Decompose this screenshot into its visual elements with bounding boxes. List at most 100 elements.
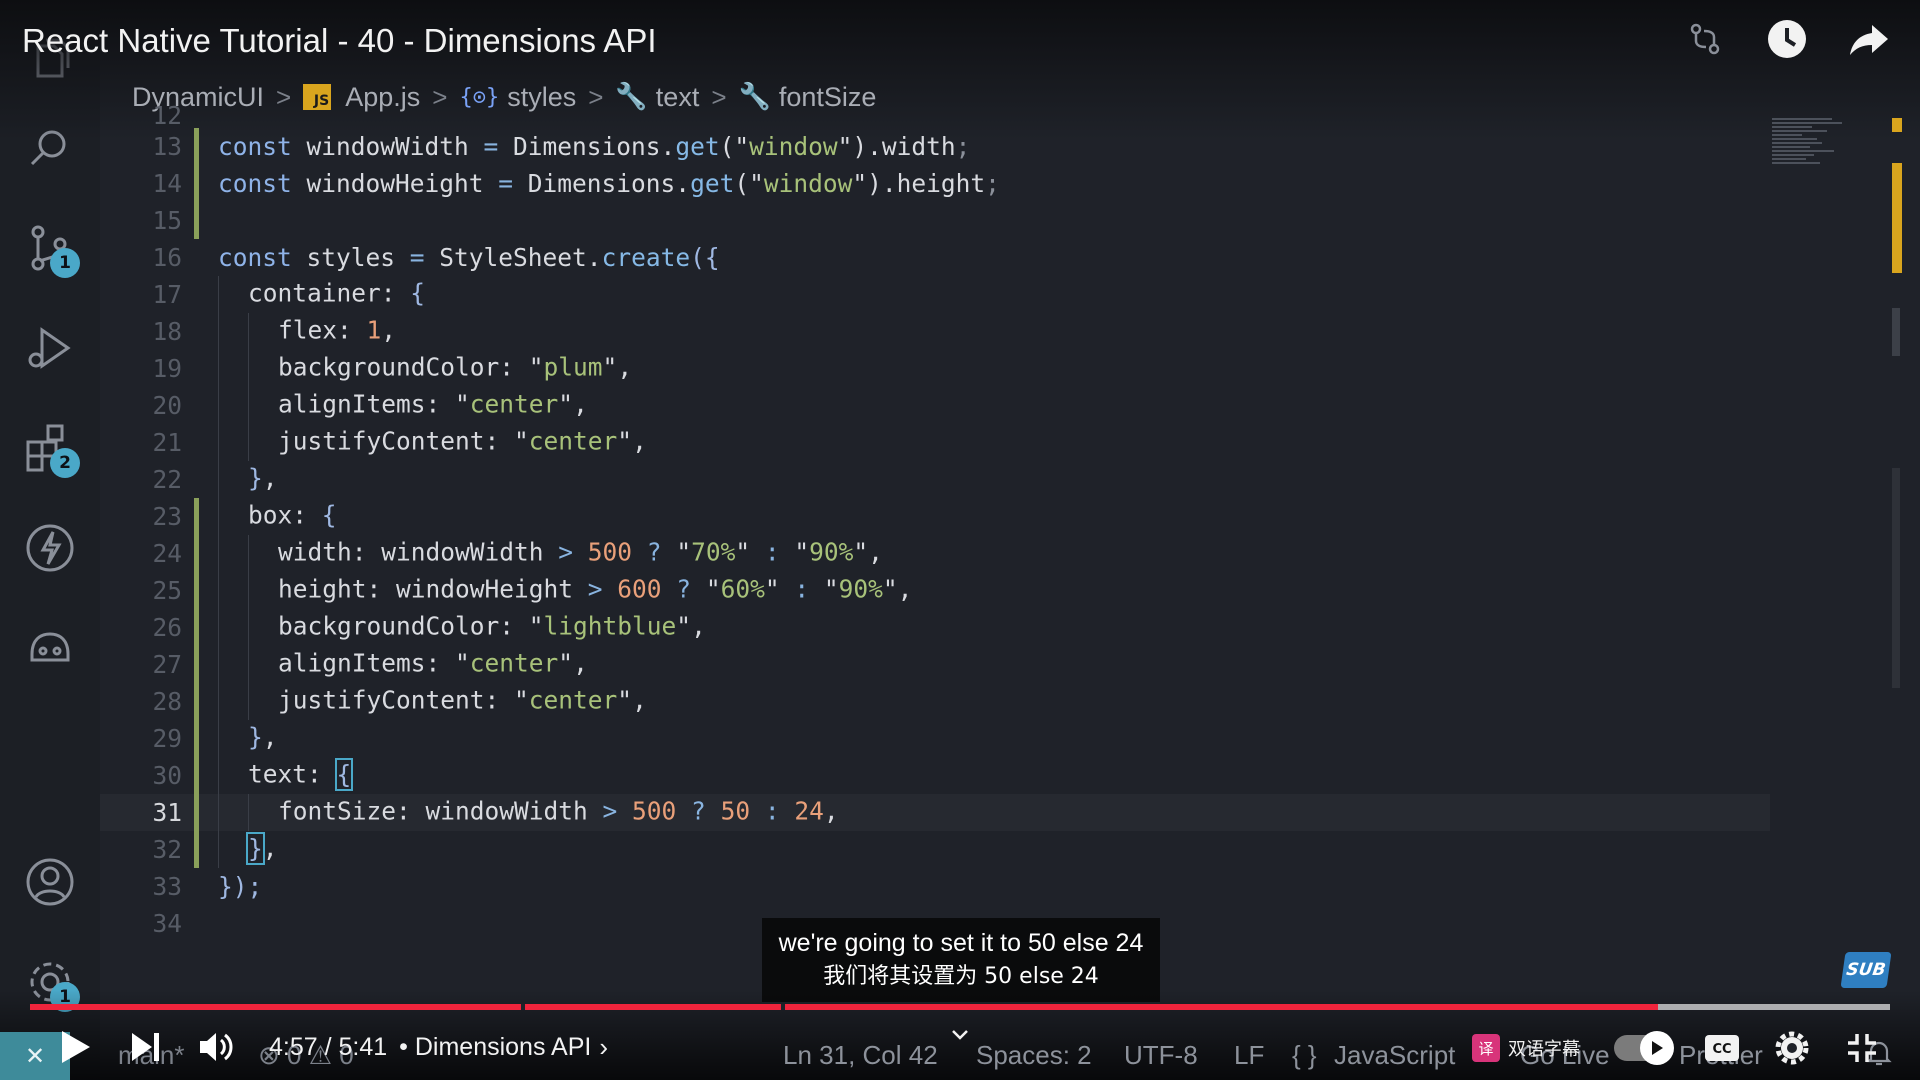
token-number: 24 xyxy=(779,796,824,826)
token-punct: " xyxy=(617,426,633,456)
code-line: 30 text: { xyxy=(100,757,1770,794)
token-punct: , xyxy=(262,463,278,493)
chapter-chevron-icon[interactable]: › xyxy=(599,1032,608,1063)
line-number: 34 xyxy=(152,909,182,938)
chapter-title[interactable]: • Dimensions API xyxy=(399,1033,591,1062)
code-line: 23 box: { xyxy=(100,498,1770,535)
token-punct: , xyxy=(381,315,397,345)
extensions-icon[interactable]: 2 xyxy=(20,418,80,478)
share-arrow-icon[interactable] xyxy=(1848,18,1890,60)
line-number: 22 xyxy=(152,465,182,494)
code-text: fontSize: windowWidth > 500 ? 50 : 24, xyxy=(218,794,839,831)
chapter-marker xyxy=(781,1004,786,1010)
indent-guide xyxy=(218,609,248,646)
indent-guide xyxy=(218,424,248,461)
token-property: alignItems: xyxy=(278,389,456,419)
chevron-down-icon[interactable] xyxy=(950,1028,970,1047)
line-number: 20 xyxy=(152,391,182,420)
token-punct: " xyxy=(853,537,869,567)
line-number: 23 xyxy=(152,502,182,531)
token-punct: , xyxy=(262,833,278,863)
lightning-icon[interactable] xyxy=(20,518,80,578)
status-eol[interactable]: LF xyxy=(1234,1040,1264,1071)
minimap-line xyxy=(1772,130,1827,132)
token-bracket: { xyxy=(410,278,426,308)
token-string: plum xyxy=(543,352,603,382)
indent-guide xyxy=(218,831,248,868)
settings-icon[interactable] xyxy=(1774,1030,1810,1066)
token-identifier: Dimensions. xyxy=(513,169,691,198)
next-video-button[interactable] xyxy=(125,1027,165,1067)
token-property: justifyContent: xyxy=(278,685,515,715)
git-modified-marker xyxy=(194,683,208,720)
line-number: 29 xyxy=(152,724,182,753)
minimap[interactable] xyxy=(1772,118,1852,188)
token-property: height: windowHeight xyxy=(278,574,588,604)
editor-scrollbar[interactable] xyxy=(1892,118,1902,718)
volume-button[interactable] xyxy=(195,1027,235,1067)
run-debug-icon[interactable] xyxy=(20,318,80,378)
indent-guide xyxy=(218,498,248,535)
play-button[interactable] xyxy=(55,1027,95,1067)
token-punct: " xyxy=(764,574,780,604)
token-property: alignItems: xyxy=(278,648,456,678)
token-string: 90% xyxy=(809,537,854,567)
code-text: const windowHeight = Dimensions.get("win… xyxy=(218,169,1000,198)
token-number: 600 xyxy=(602,574,662,604)
code-text: backgroundColor: "lightblue", xyxy=(218,609,706,646)
caption-chinese: 我们将其设置为 50 else 24 xyxy=(823,964,1099,989)
video-title[interactable]: React Native Tutorial - 40 - Dimensions … xyxy=(22,22,657,60)
indent-guide xyxy=(218,683,248,720)
indent-guide xyxy=(218,794,248,831)
status-indentation[interactable]: Spaces: 2 xyxy=(976,1040,1092,1071)
gutter xyxy=(194,350,208,387)
progress-bar[interactable] xyxy=(30,1004,1890,1010)
source-control-icon[interactable]: 1 xyxy=(20,218,80,278)
autoplay-toggle[interactable] xyxy=(1614,1031,1674,1065)
token-number: 50 xyxy=(705,796,751,826)
autoplay-play-icon xyxy=(1640,1031,1674,1065)
exit-fullscreen-icon[interactable] xyxy=(1844,1030,1880,1066)
extensions-badge: 2 xyxy=(50,448,80,478)
token-number: 1 xyxy=(366,315,382,345)
indent-guide xyxy=(218,757,248,794)
copilot-icon[interactable] xyxy=(20,618,80,678)
token-punct: " xyxy=(882,574,898,604)
scrollbar-track-mark xyxy=(1892,468,1900,688)
account-icon[interactable] xyxy=(20,852,80,912)
status-encoding[interactable]: UTF-8 xyxy=(1124,1040,1198,1071)
token-property: text: xyxy=(248,759,337,789)
indent-guide xyxy=(248,424,278,461)
code-text: }); xyxy=(218,872,262,901)
subscribe-watermark[interactable]: SUB xyxy=(1840,952,1892,988)
token-punct: , xyxy=(632,426,647,456)
token-property: fontSize: windowWidth xyxy=(278,796,603,826)
token-punct: , xyxy=(691,611,706,641)
git-modified-marker xyxy=(194,609,208,646)
compare-changes-icon[interactable] xyxy=(1684,18,1726,60)
minimap-line xyxy=(1772,138,1817,140)
token-punct: , xyxy=(897,574,913,604)
status-language[interactable]: JavaScript xyxy=(1334,1040,1455,1071)
git-modified-marker xyxy=(194,831,208,868)
code-editor[interactable]: 12 13 const windowWidth = Dimensions.get… xyxy=(100,101,1890,975)
indent-guide xyxy=(248,535,278,572)
indent-guide xyxy=(218,461,248,498)
search-icon[interactable] xyxy=(20,118,80,178)
token-property: container: xyxy=(248,278,411,308)
status-braces-icon[interactable]: { } xyxy=(1292,1040,1317,1071)
indent-guide xyxy=(218,572,248,609)
code-line: 22 }, xyxy=(100,461,1770,498)
token-punct: " xyxy=(558,389,574,419)
minimap-line xyxy=(1772,146,1810,148)
status-cursor-position[interactable]: Ln 31, Col 42 xyxy=(783,1040,938,1071)
code-text: height: windowHeight > 600 ? "60%" : "90… xyxy=(218,572,912,609)
code-text: width: windowWidth > 500 ? "70%" : "90%"… xyxy=(218,535,883,572)
token-string: center xyxy=(469,389,559,419)
watch-later-clock-icon[interactable] xyxy=(1766,18,1808,60)
token-property: .height xyxy=(881,169,986,198)
closed-captions-icon[interactable]: CC xyxy=(1704,1030,1740,1066)
token-string: 70% xyxy=(691,537,736,567)
code-line: 25 height: windowHeight > 600 ? "60%" : … xyxy=(100,572,1770,609)
bilingual-subtitles-button[interactable]: 译 双语字幕 xyxy=(1472,1034,1580,1062)
